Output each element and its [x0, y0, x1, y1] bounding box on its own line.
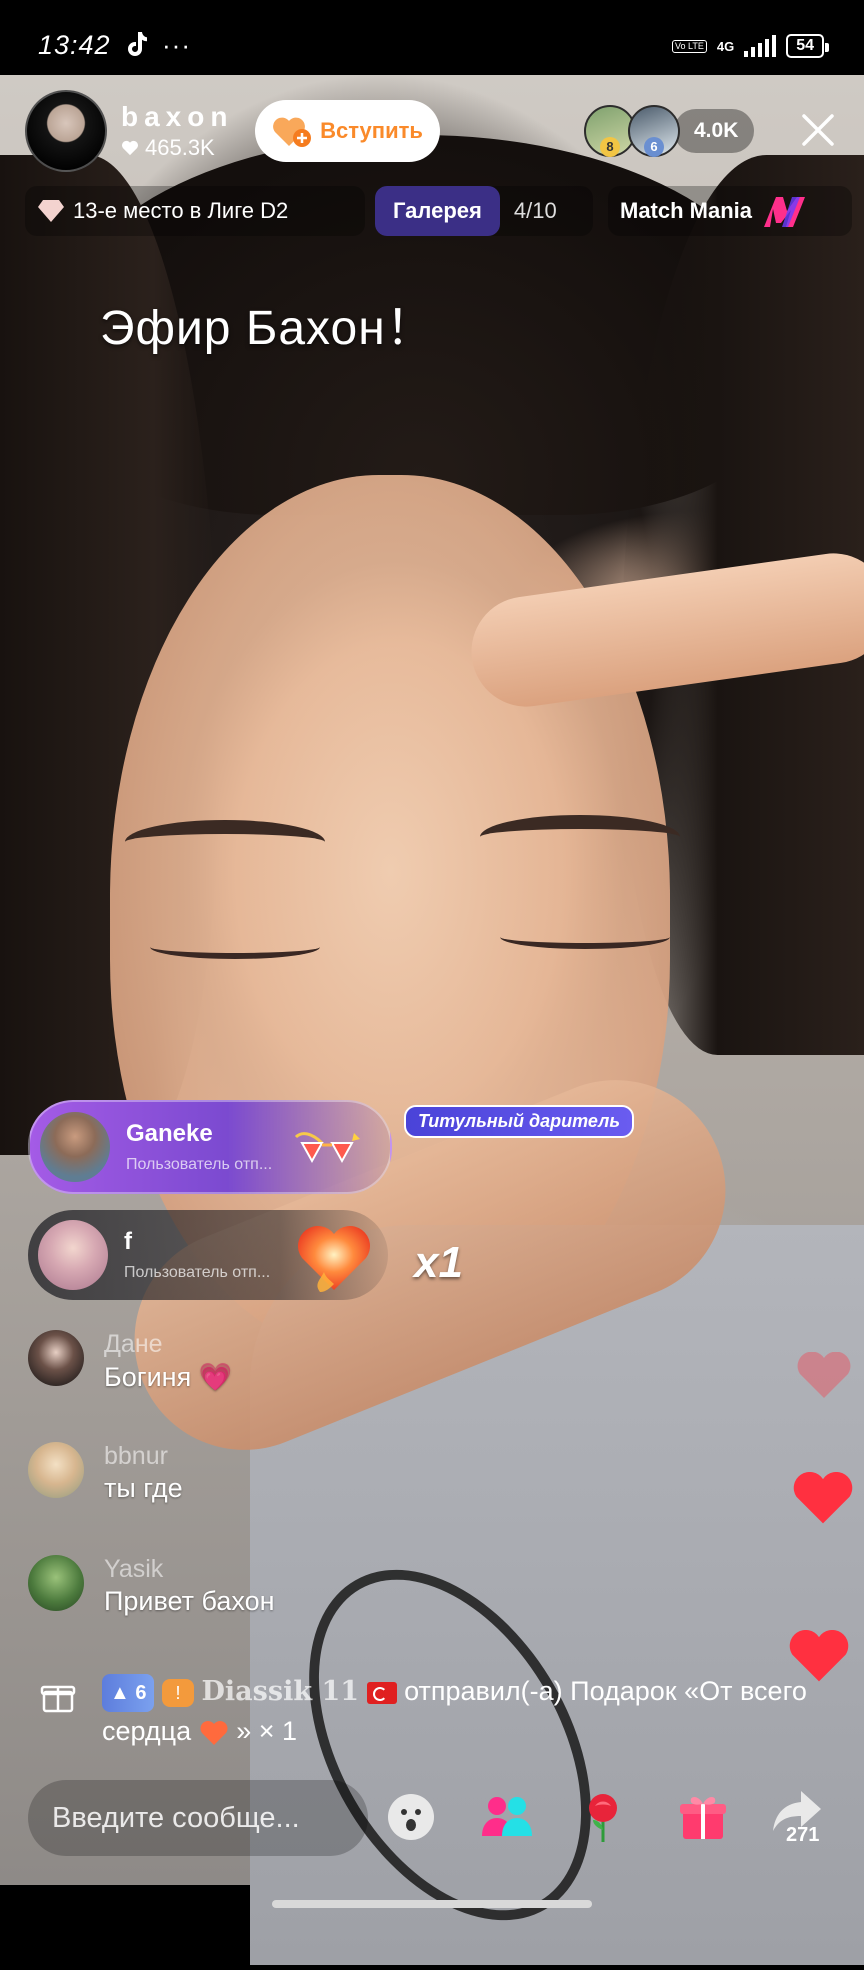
gifter-name: Ganeke — [126, 1120, 213, 1147]
gift-box-icon[interactable] — [40, 1678, 76, 1714]
chat-comment[interactable]: bbnur ты где — [28, 1442, 183, 1504]
tiktok-icon — [128, 32, 147, 56]
emoji-icon — [388, 1794, 434, 1840]
fan-badge-icon: ! — [162, 1678, 194, 1707]
user-level-badge: ▲ 6 — [102, 1673, 155, 1712]
commenter-avatar[interactable] — [28, 1330, 84, 1386]
stream-title-overlay: Эфир Бахон！ — [100, 302, 435, 355]
gesture-nav-bar[interactable] — [272, 1900, 592, 1908]
multi-guest-icon — [482, 1797, 532, 1836]
video-eye — [500, 925, 670, 949]
gifter-avatar[interactable] — [38, 1220, 108, 1290]
commenter-name[interactable]: Yasik — [104, 1555, 275, 1584]
match-mania-label: Match Mania — [620, 198, 753, 223]
host-name: baxon — [121, 101, 234, 132]
turkey-flag-icon — [366, 1681, 397, 1704]
floating-heart-icon — [789, 1630, 849, 1682]
sender-name[interactable]: Diassik 11 — [202, 1676, 360, 1707]
host-profile[interactable]: baxon 465.3K — [25, 90, 233, 172]
host-info: baxon 465.3K — [121, 101, 233, 161]
status-bar: 13:42 ··· Vo LTE 4G 54 — [0, 0, 864, 75]
viewer-count[interactable]: 4.0K — [674, 109, 755, 153]
viewer-rank-badge: 6 — [644, 137, 664, 157]
match-mania-icon — [764, 197, 806, 227]
comment-body: Дане Богиня 💗 — [104, 1330, 232, 1393]
rose-icon — [589, 1794, 617, 1842]
heart-icon — [122, 140, 138, 156]
host-likes-count: 465.3K — [145, 135, 215, 160]
gifter-avatar[interactable] — [40, 1112, 110, 1182]
gift-icon — [680, 1796, 726, 1839]
gallery-chip[interactable]: Галерея 4/10 — [375, 186, 593, 236]
league-rank-chip[interactable]: 13-е место в Лиге D2 — [25, 186, 365, 236]
gift-text: f Пользователь отп... — [124, 1228, 270, 1282]
user-level-number: 6 — [135, 1681, 147, 1704]
network-type: 4G — [716, 38, 735, 54]
host-avatar[interactable] — [25, 90, 107, 172]
top-viewers[interactable]: 8 6 4.0K — [584, 105, 755, 157]
commenter-avatar[interactable] — [28, 1442, 84, 1498]
battery-icon: 54 — [786, 34, 829, 58]
share-count: 271 — [786, 1824, 820, 1846]
chat-comment[interactable]: Дане Богиня 💗 — [28, 1330, 232, 1393]
host-likes: 465.3K — [121, 135, 233, 161]
status-more-dots: ··· — [162, 30, 191, 60]
video-brow — [125, 820, 325, 864]
close-icon[interactable] — [800, 112, 836, 148]
comment-input-placeholder: Введите сообще... — [52, 1801, 300, 1834]
chat-comment[interactable]: Yasik Привет бахон — [28, 1555, 275, 1617]
heart-gift-mini-icon — [200, 1720, 228, 1745]
system-message-text: ▲ 6 ! Diassik 11 отправил(-а) Подарок «О… — [102, 1672, 840, 1750]
title-gifter-badge: Титульный даритель — [404, 1105, 635, 1138]
gallery-label: Галерея — [375, 186, 500, 236]
commenter-name[interactable]: Дане — [104, 1330, 232, 1359]
system-text-after: » × 1 — [236, 1715, 297, 1746]
gift-text: Ganeke Пользователь отп... — [126, 1120, 272, 1174]
video-eye — [150, 935, 320, 959]
comment-text: Богиня 💗 — [104, 1362, 233, 1392]
comment-input[interactable]: Введите сообще... — [28, 1780, 368, 1856]
status-time: 13:42 — [38, 30, 111, 60]
league-rank-text: 13-е место в Лиге D2 — [73, 198, 289, 223]
comment-text: Привет бахон — [104, 1586, 275, 1616]
fan-club-heart-icon — [273, 117, 312, 147]
rose-gift-button[interactable] — [576, 1790, 630, 1844]
gift-button[interactable] — [676, 1790, 730, 1844]
comment-body: Yasik Привет бахон — [104, 1555, 275, 1617]
match-mania-chip[interactable]: Match Mania — [608, 186, 852, 236]
fire-heart-gift-icon — [298, 1226, 370, 1292]
viewer-rank-badge: 8 — [600, 137, 620, 157]
emoji-button[interactable] — [384, 1790, 438, 1844]
gallery-count: 4/10 — [513, 198, 557, 223]
gift-system-message: ▲ 6 ! Diassik 11 отправил(-а) Подарок «О… — [40, 1672, 840, 1750]
join-label: Вступить — [320, 118, 423, 143]
status-right-group: Vo LTE 4G 54 — [672, 34, 829, 58]
gifter-name: f — [124, 1228, 132, 1255]
gift-subtitle: Пользователь отп... — [126, 1156, 273, 1173]
gift-subtitle: Пользователь отп... — [124, 1264, 271, 1281]
gift-combo-count: x1 — [414, 1238, 463, 1287]
top-viewer-avatar[interactable]: 6 — [628, 105, 680, 157]
comment-text: ты где — [104, 1473, 183, 1503]
diamond-icon — [38, 200, 64, 222]
signal-icon — [744, 35, 777, 57]
gift-sunglasses-icon — [294, 1132, 360, 1164]
floating-heart-icon — [797, 1352, 851, 1398]
volte-icon: Vo LTE — [672, 39, 707, 53]
commenter-name[interactable]: bbnur — [104, 1442, 183, 1471]
floating-heart-icon — [793, 1472, 853, 1524]
comment-body: bbnur ты где — [104, 1442, 183, 1504]
multi-guest-button[interactable] — [480, 1790, 534, 1844]
commenter-avatar[interactable] — [28, 1555, 84, 1611]
join-fan-club-button[interactable]: Вступить — [255, 100, 440, 162]
video-brow — [480, 815, 680, 859]
